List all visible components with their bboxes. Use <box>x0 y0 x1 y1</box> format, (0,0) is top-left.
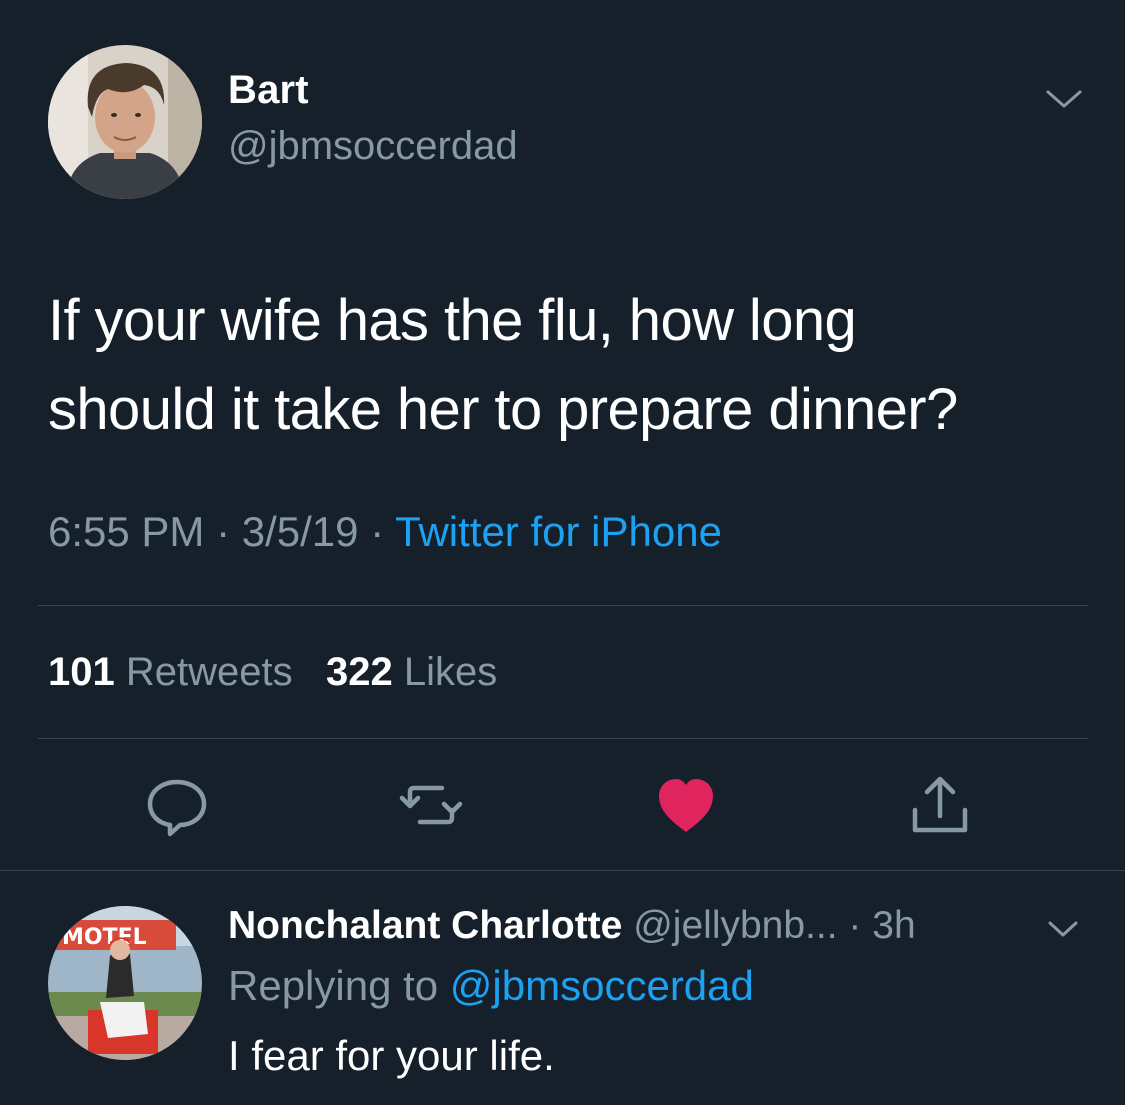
retweet-button[interactable] <box>396 770 466 840</box>
divider <box>38 738 1088 739</box>
chevron-down-icon[interactable] <box>1044 84 1084 114</box>
like-button[interactable] <box>651 770 721 840</box>
author-handle[interactable]: @jbmsoccerdad <box>228 124 518 169</box>
tweet-meta: 6:55 PM · 3/5/19 · Twitter for iPhone <box>48 508 722 556</box>
replying-to-line: Replying to @jbmsoccerdad <box>228 962 754 1010</box>
tweet-source-link[interactable]: Twitter for iPhone <box>395 508 722 555</box>
replying-to-mention[interactable]: @jbmsoccerdad <box>450 962 754 1009</box>
meta-separator: · <box>204 508 242 555</box>
motel-sign-text: MOTEL <box>62 925 147 950</box>
chevron-down-icon[interactable] <box>1046 916 1080 942</box>
reply-author-handle[interactable]: @jellybnb... <box>633 904 837 947</box>
share-icon <box>912 776 968 833</box>
retweet-icon <box>399 785 463 825</box>
tweet-text-line: should it take her to prepare dinner? <box>48 377 958 442</box>
reply-author-name[interactable]: Nonchalant Charlotte <box>228 904 622 947</box>
tweet-detail-screen: Bart @jbmsoccerdad If your wife has the … <box>0 0 1125 1105</box>
avatar-photo-icon <box>48 45 202 199</box>
likes-count: 322 <box>325 650 393 694</box>
retweets-label: Retweets <box>125 650 293 694</box>
reply-button[interactable] <box>142 770 212 840</box>
reply-icon <box>147 779 207 837</box>
retweets-stat[interactable]: 101 Retweets <box>48 650 293 694</box>
author-name[interactable]: Bart <box>228 68 309 113</box>
avatar-photo-icon: MOTEL <box>48 906 202 1060</box>
likes-label: Likes <box>403 650 498 694</box>
like-icon <box>659 779 713 832</box>
divider <box>0 870 1125 871</box>
tweet-date: 3/5/19 <box>241 508 359 555</box>
likes-stat[interactable]: 322 Likes <box>326 650 497 694</box>
divider <box>38 605 1088 606</box>
tweet-time: 6:55 PM <box>48 508 205 555</box>
tweet-text-line: If your wife has the flu, how long <box>48 288 857 353</box>
retweets-count: 101 <box>48 650 115 694</box>
reply-text: I fear for your life. <box>228 1032 555 1079</box>
reply-header: Nonchalant Charlotte @jellybnb... · 3h <box>228 904 916 948</box>
share-button[interactable] <box>905 770 975 840</box>
tweet-text: If your wife has the flu, how long shoul… <box>48 276 1078 454</box>
reply-age: 3h <box>872 904 916 947</box>
meta-separator: · <box>358 508 396 555</box>
replying-to-label: Replying to <box>228 962 439 1009</box>
reply-author-avatar[interactable]: MOTEL <box>48 906 202 1060</box>
tweet-stats: 101 Retweets 322 Likes <box>48 650 497 695</box>
author-avatar[interactable] <box>48 45 202 199</box>
meta-separator: · <box>837 904 873 947</box>
